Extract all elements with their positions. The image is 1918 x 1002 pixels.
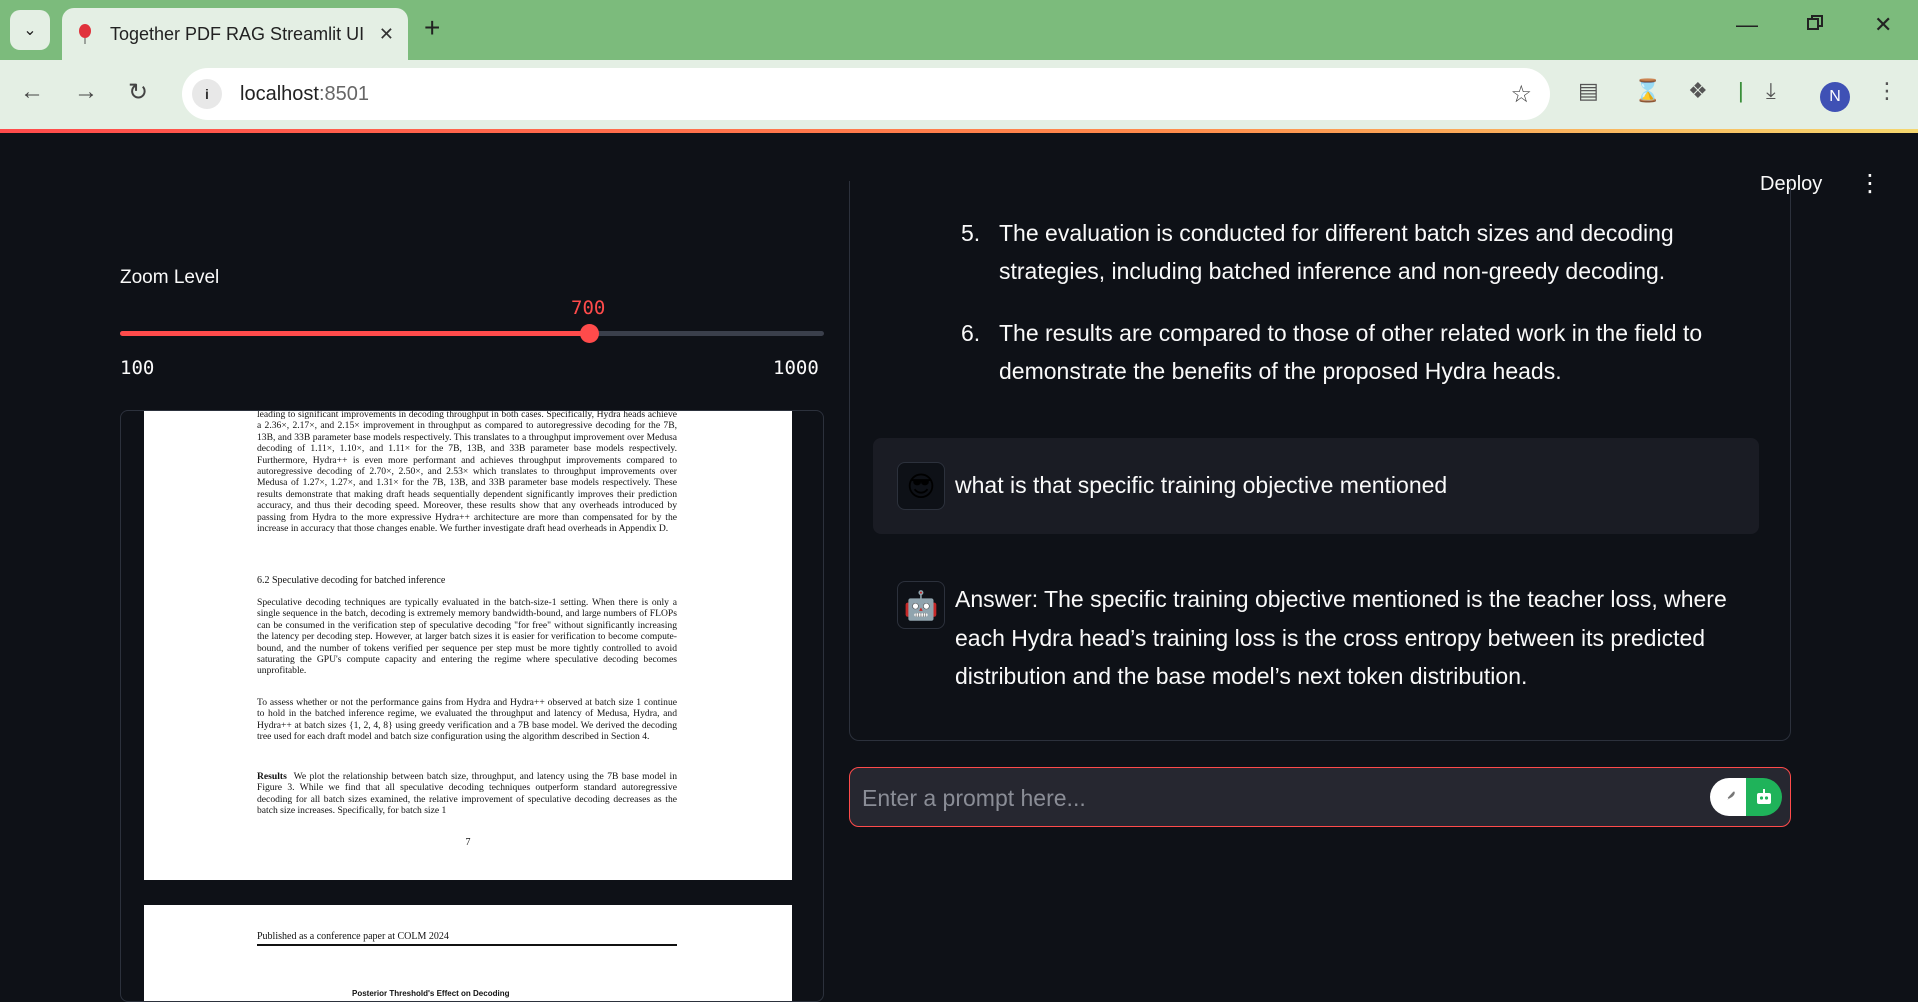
pdf-conference-header: Published as a conference paper at COLM … (257, 931, 677, 946)
pdf-paragraph: leading to significant improvements in d… (257, 411, 677, 535)
tab-title: Together PDF RAG Streamlit UI (110, 23, 365, 44)
url-text: localhost:8501 (240, 82, 369, 105)
chrome-menu-icon[interactable]: ⋮ (1876, 78, 1898, 104)
reload-icon[interactable]: ↻ (128, 78, 148, 107)
browser-toolbar: ← → ↻ i localhost:8501 ☆ ▤ ⌛ ❖ | ⤓ ⋮ (0, 60, 1918, 129)
new-tab-button[interactable]: + (424, 12, 440, 44)
zoom-slider[interactable] (120, 324, 824, 343)
download-icon[interactable]: ⤓ (1766, 78, 1776, 104)
send-button[interactable] (1710, 778, 1782, 816)
extension-vs-icon[interactable]: ⌛ (1634, 78, 1661, 104)
zoom-slider-thumb[interactable] (580, 324, 600, 343)
pdf-page-number: 7 (465, 837, 471, 848)
profile-avatar[interactable]: N (1820, 82, 1850, 112)
site-info-icon[interactable]: i (192, 79, 222, 109)
assistant-message-text: Answer: The specific training objective … (955, 586, 1727, 689)
tab-search-button[interactable]: ⌄ (10, 10, 50, 50)
address-bar[interactable]: i localhost:8501 ☆ (182, 68, 1550, 120)
forward-icon[interactable]: → (74, 78, 98, 106)
pdf-viewer[interactable]: leading to significant improvements in d… (120, 410, 824, 1002)
reading-list-icon[interactable]: ▤ (1578, 78, 1599, 104)
zoom-slider-min: 100 (120, 357, 155, 379)
user-message-text: what is that specific training objective… (955, 472, 1448, 498)
bookmark-star-icon[interactable]: ☆ (1510, 80, 1532, 109)
robot-send-icon (1746, 778, 1782, 816)
toolbar-divider: | (1738, 78, 1744, 103)
balloon-icon (76, 24, 94, 44)
browser-tab[interactable]: Together PDF RAG Streamlit UI ✕ (62, 8, 408, 60)
restore-icon[interactable] (1806, 12, 1824, 38)
browser-tab-strip: ⌄ Together PDF RAG Streamlit UI ✕ + — ✕ (0, 0, 1918, 60)
zoom-level-label: Zoom Level (120, 267, 220, 288)
zoom-slider-fill (120, 331, 590, 336)
zoom-slider-value: 700 (571, 297, 606, 319)
pdf-page: Published as a conference paper at COLM … (144, 905, 792, 1001)
pdf-section-heading: 6.2 Speculative decoding for batched inf… (257, 575, 446, 586)
user-chat-message: 😎 what is that specific training objecti… (873, 438, 1759, 534)
pdf-paragraph: Speculative decoding techniques are typi… (257, 597, 677, 677)
pdf-figure-title: Posterior Threshold's Effect on Decoding (352, 989, 510, 998)
pdf-page: leading to significant improvements in d… (144, 411, 792, 880)
window-close-icon[interactable]: ✕ (1874, 12, 1892, 38)
pdf-paragraph: Results We plot the relationship between… (257, 771, 677, 817)
close-icon[interactable]: ✕ (379, 24, 394, 45)
main-menu-icon[interactable]: ⋮ (1858, 169, 1882, 198)
streamlit-app: Deploy ⋮ Zoom Level 700 100 1000 leading… (0, 133, 1918, 1002)
pdf-paragraph: To assess whether or not the performance… (257, 697, 677, 743)
assistant-avatar-icon: 🤖 (897, 581, 945, 629)
feather-icon (1710, 778, 1746, 816)
back-icon[interactable]: ← (20, 78, 44, 106)
extensions-puzzle-icon[interactable]: ❖ (1688, 78, 1708, 104)
minimize-icon[interactable]: — (1736, 12, 1758, 38)
chevron-down-icon: ⌄ (23, 22, 37, 39)
chat-input[interactable] (849, 767, 1791, 827)
left-column: Zoom Level 700 100 1000 leading to signi… (0, 133, 850, 1002)
user-avatar-icon: 😎 (897, 462, 945, 510)
zoom-slider-max: 1000 (773, 357, 819, 379)
prompt-input[interactable] (862, 780, 1682, 816)
